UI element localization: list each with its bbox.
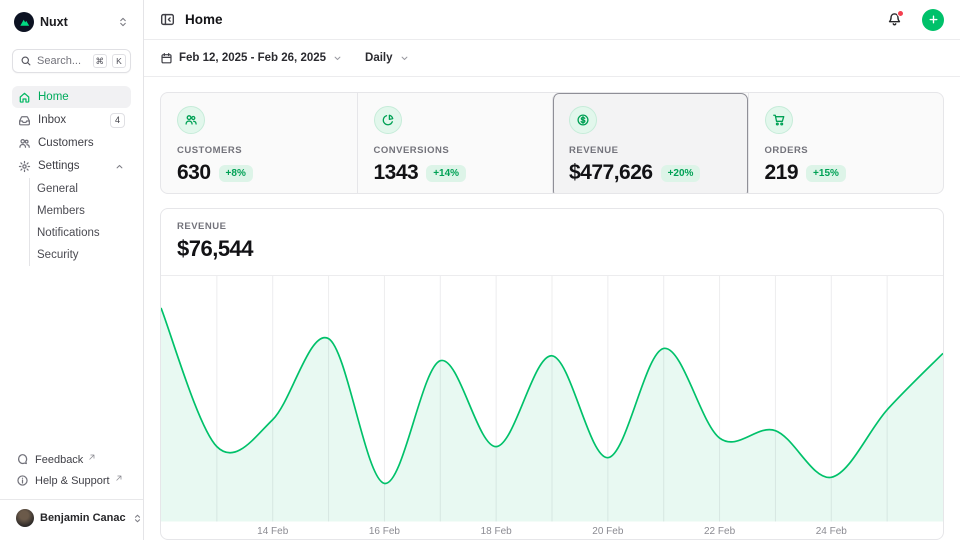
stat-label: CUSTOMERS xyxy=(177,145,341,156)
settings-gear-icon xyxy=(18,160,31,173)
stat-label: REVENUE xyxy=(569,145,732,156)
stat-card-conversions[interactable]: CONVERSIONS 1343 +14% xyxy=(357,93,553,194)
x-axis-tick-label: 18 Feb xyxy=(481,526,512,537)
date-range-picker[interactable]: Feb 12, 2025 - Feb 26, 2025 xyxy=(160,52,343,65)
chart-metric-value: $76,544 xyxy=(177,236,927,262)
help-support-link[interactable]: Help & Support xyxy=(12,470,131,491)
sidebar: Nuxt Search... ⌘ K Home xyxy=(0,0,144,540)
stat-label: CONVERSIONS xyxy=(374,145,537,156)
chart-x-axis: 14 Feb 16 Feb 18 Feb 20 Feb 22 Feb 24 Feb xyxy=(161,522,943,539)
x-axis-tick-label: 24 Feb xyxy=(816,526,847,537)
inbox-icon xyxy=(18,114,31,127)
period-label: Daily xyxy=(365,52,393,64)
sidebar-item-notifications[interactable]: Notifications xyxy=(30,222,131,244)
stat-value: $477,626 xyxy=(569,161,653,185)
notifications-bell-icon[interactable] xyxy=(887,12,902,27)
chevron-down-icon xyxy=(332,53,343,64)
settings-submenu: General Members Notifications Security xyxy=(29,178,131,266)
revenue-area-chart[interactable] xyxy=(161,276,943,521)
feedback-label: Feedback xyxy=(35,454,83,466)
sidebar-item-security[interactable]: Security xyxy=(30,244,131,266)
kbd-cmd: ⌘ xyxy=(93,54,108,68)
chevron-down-icon xyxy=(399,53,410,64)
x-axis-tick-label: 20 Feb xyxy=(592,526,623,537)
stat-card-orders[interactable]: ORDERS 219 +15% xyxy=(748,93,944,194)
sidebar-item-label: Inbox xyxy=(38,114,103,126)
cart-icon xyxy=(765,106,793,134)
sidebar-divider xyxy=(0,499,143,500)
sidebar-spacer xyxy=(12,266,131,449)
x-axis-tick-label: 22 Feb xyxy=(704,526,735,537)
sidebar-item-settings[interactable]: Settings xyxy=(12,155,131,177)
top-bar: Home xyxy=(144,0,960,40)
sidebar-collapse-icon[interactable] xyxy=(160,12,175,27)
selector-chevrons-icon xyxy=(132,513,143,524)
sidebar-item-label: Customers xyxy=(38,137,125,149)
selector-chevrons-icon xyxy=(117,16,129,28)
stats-row: CUSTOMERS 630 +8% CONVERSIONS 1343 +14% xyxy=(160,92,944,194)
user-name: Benjamin Canac xyxy=(40,512,126,524)
sidebar-item-label: Settings xyxy=(38,160,107,172)
help-support-label: Help & Support xyxy=(35,475,110,487)
stat-card-customers[interactable]: CUSTOMERS 630 +8% xyxy=(161,93,357,194)
kbd-k: K xyxy=(112,54,126,68)
date-range-label: Feb 12, 2025 - Feb 26, 2025 xyxy=(179,52,326,64)
chat-bubble-icon xyxy=(16,453,29,466)
search-placeholder: Search... xyxy=(37,55,88,67)
workspace-selector[interactable]: Nuxt xyxy=(12,10,131,34)
chart-metric-label: REVENUE xyxy=(177,221,927,232)
feedback-link[interactable]: Feedback xyxy=(12,449,131,470)
sidebar-item-members[interactable]: Members xyxy=(30,200,131,222)
sidebar-item-home[interactable]: Home xyxy=(12,86,131,108)
search-input[interactable]: Search... ⌘ K xyxy=(12,49,131,73)
filter-toolbar: Feb 12, 2025 - Feb 26, 2025 Daily xyxy=(144,40,960,77)
chart-svg xyxy=(161,276,943,521)
search-icon xyxy=(20,55,32,67)
stat-delta-badge: +15% xyxy=(806,165,846,182)
main-panel: Home Feb 12, 2025 - Feb 26, 2025 Daily xyxy=(144,0,960,540)
dashboard-content: CUSTOMERS 630 +8% CONVERSIONS 1343 +14% xyxy=(144,77,960,540)
stat-value: 1343 xyxy=(374,161,419,185)
stat-label: ORDERS xyxy=(765,145,928,156)
revenue-chart-card: REVENUE $76,544 14 Feb 16 Feb 18 Feb 20 Feb… xyxy=(160,208,944,540)
info-circle-icon xyxy=(16,474,29,487)
sidebar-item-inbox[interactable]: Inbox 4 xyxy=(12,109,131,131)
sidebar-item-customers[interactable]: Customers xyxy=(12,132,131,154)
add-button[interactable] xyxy=(922,9,944,31)
inbox-count-badge: 4 xyxy=(110,113,125,128)
x-axis-tick-label: 14 Feb xyxy=(257,526,288,537)
period-select[interactable]: Daily xyxy=(365,52,410,64)
nuxt-logo-icon xyxy=(14,12,34,32)
stat-delta-badge: +14% xyxy=(426,165,466,182)
page-title: Home xyxy=(185,12,877,27)
notification-dot xyxy=(897,10,904,17)
sidebar-nav: Home Inbox 4 Customers Settings xyxy=(12,86,131,266)
dollar-circle-icon xyxy=(569,106,597,134)
stat-card-revenue[interactable]: REVENUE $477,626 +20% xyxy=(552,93,748,194)
x-axis-tick-label: 16 Feb xyxy=(369,526,400,537)
external-link-icon xyxy=(115,474,123,482)
workspace-name: Nuxt xyxy=(40,15,111,29)
stat-delta-badge: +8% xyxy=(219,165,253,182)
external-link-icon xyxy=(88,453,96,461)
stat-value: 219 xyxy=(765,161,799,185)
app-window: Nuxt Search... ⌘ K Home xyxy=(0,0,960,540)
pie-chart-icon xyxy=(374,106,402,134)
users-icon xyxy=(177,106,205,134)
sidebar-item-general[interactable]: General xyxy=(30,178,131,200)
sidebar-item-label: Home xyxy=(38,91,125,103)
home-icon xyxy=(18,91,31,104)
stat-delta-badge: +20% xyxy=(661,165,701,182)
chevron-up-icon xyxy=(114,161,125,172)
calendar-icon xyxy=(160,52,173,65)
user-menu[interactable]: Benjamin Canac xyxy=(12,506,131,530)
chart-header: REVENUE $76,544 xyxy=(161,209,943,276)
stat-value: 630 xyxy=(177,161,211,185)
customers-icon xyxy=(18,137,31,150)
user-avatar xyxy=(16,509,34,527)
